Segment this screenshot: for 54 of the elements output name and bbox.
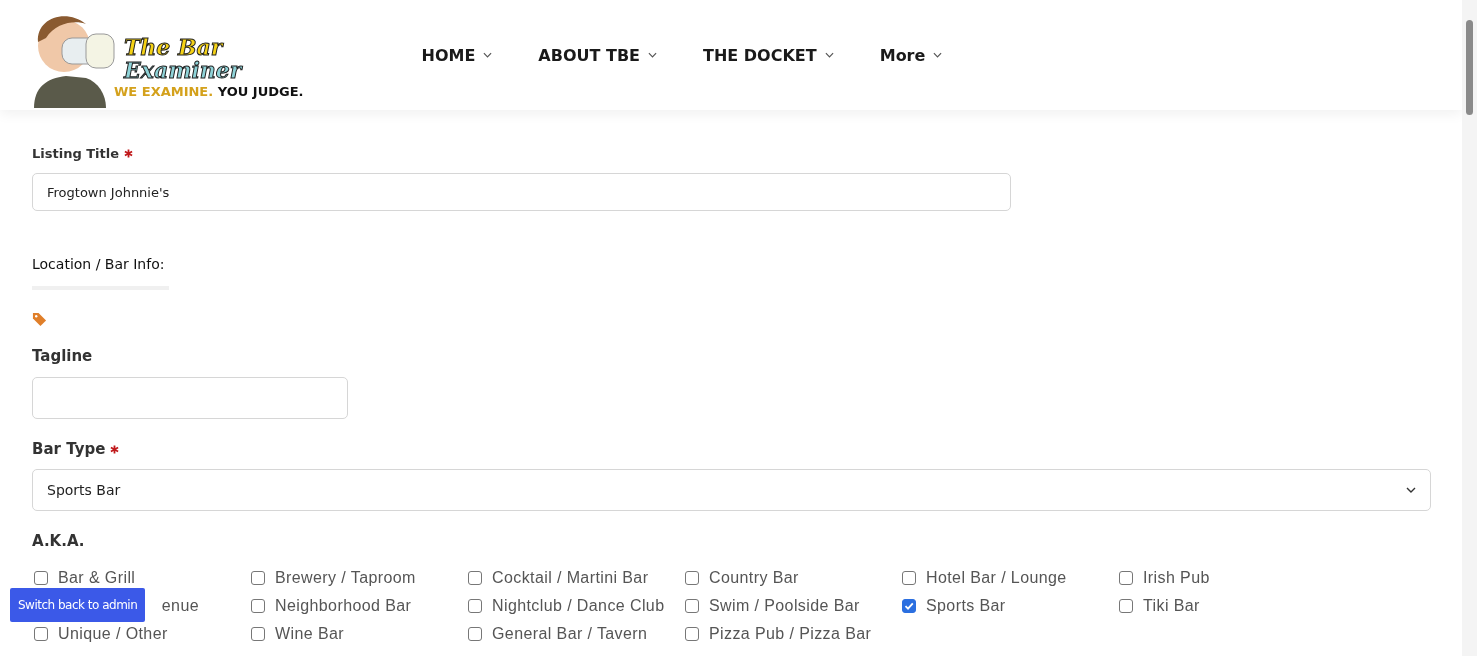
- checkbox[interactable]: [1119, 599, 1133, 613]
- checkbox-label: Country Bar: [709, 569, 799, 587]
- checkbox[interactable]: [902, 599, 916, 613]
- checkbox-label: Wine Bar: [275, 625, 344, 643]
- nav-menu-item[interactable]: ABOUT TBE: [538, 45, 658, 65]
- checkbox-label: Tiki Bar: [1143, 597, 1200, 615]
- switch-admin-floating-button[interactable]: Switch back to admin: [10, 588, 146, 622]
- checkbox[interactable]: [468, 599, 482, 613]
- checkbox-label: Sports Bar: [926, 597, 1006, 615]
- checkbox-label: enue: [161, 597, 199, 615]
- checkbox-label: Unique / Other: [58, 625, 168, 643]
- chevron-down-icon: [933, 52, 943, 58]
- logo-wordmark: The Bar: [124, 36, 225, 58]
- checkbox[interactable]: [685, 571, 699, 585]
- checkbox[interactable]: [902, 571, 916, 585]
- checkbox[interactable]: [685, 627, 699, 641]
- field-label: Bar Type: [32, 440, 106, 458]
- nav-menu-item[interactable]: HOME: [421, 45, 493, 65]
- checkbox-label: Hotel Bar / Lounge: [926, 569, 1067, 587]
- checkbox[interactable]: [251, 571, 265, 585]
- tag-icon: [32, 312, 47, 327]
- checkbox-label: Irish Pub: [1143, 569, 1210, 587]
- checkbox-label: Swim / Poolside Bar: [709, 597, 860, 615]
- field-label: Tagline: [32, 347, 93, 365]
- checkbox[interactable]: [685, 599, 699, 613]
- chevron-down-icon: [648, 52, 658, 58]
- checkbox-label: Bar & Grill: [58, 569, 136, 587]
- text-input-field[interactable]: Frogtown Johnnie's: [32, 173, 1011, 211]
- checkbox[interactable]: [468, 571, 482, 585]
- checkbox-label: Cocktail / Martini Bar: [492, 569, 649, 587]
- checkbox[interactable]: [34, 571, 48, 585]
- field-label: A.K.A.: [32, 532, 85, 550]
- checkbox[interactable]: [1119, 571, 1133, 585]
- section-heading: Location / Bar Info:: [32, 256, 165, 272]
- checkbox-label: Nightclub / Dance Club: [492, 597, 665, 615]
- checkbox-label: Pizza Pub / Pizza Bar: [709, 625, 872, 643]
- checkbox[interactable]: [34, 627, 48, 641]
- dropdown-select[interactable]: Sports Bar: [32, 469, 1431, 511]
- nav-menu-item[interactable]: THE DOCKET: [703, 45, 834, 65]
- slogan: WE EXAMINE. YOU JUDGE.: [114, 84, 304, 99]
- chevron-down-icon: [483, 52, 493, 58]
- scrollbar[interactable]: [1462, 0, 1477, 656]
- checkbox[interactable]: [251, 599, 265, 613]
- chevron-down-icon: [824, 52, 834, 58]
- nav-menu-item[interactable]: More: [879, 45, 943, 65]
- logo-wordmark: Examiner: [124, 58, 244, 82]
- checkbox-label: Neighborhood Bar: [275, 597, 412, 615]
- checkbox[interactable]: [251, 627, 265, 641]
- checkbox-label: Brewery / Taproom: [275, 569, 416, 587]
- checkbox-label: General Bar / Tavern: [492, 625, 648, 643]
- text-input-field[interactable]: [32, 377, 348, 419]
- checkbox[interactable]: [468, 627, 482, 641]
- field-label: Listing Title: [32, 146, 120, 161]
- chevron-down-icon: [1406, 487, 1416, 493]
